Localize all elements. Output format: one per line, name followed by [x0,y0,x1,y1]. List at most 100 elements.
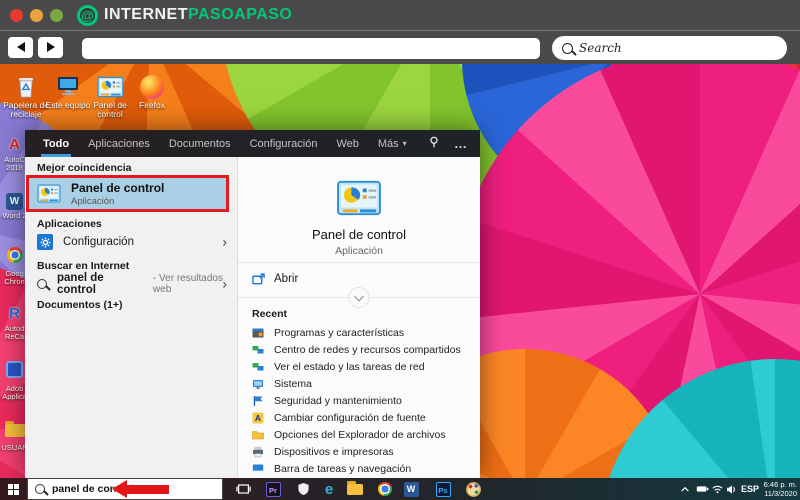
recent-item-devices-printers[interactable]: Dispositivos e impresoras [238,443,480,460]
site-navbar [0,30,800,64]
premiere-icon: Pr [265,481,281,497]
recent-item-network-center[interactable]: Centro de redes y recursos compartidos [238,341,480,358]
start-button[interactable] [0,478,27,500]
language-indicator[interactable]: ESP [741,484,759,494]
adobe-icon [1,361,28,383]
chrome-icon [1,247,28,268]
brand-text: INTERNETPASOAPASO [104,6,293,23]
taskbar-paint[interactable] [460,478,486,500]
desktop-icon-this-pc[interactable]: Este equipo [45,72,91,110]
desktop-icon-adobe[interactable]: Adob Applica [1,361,28,401]
network-indicator[interactable] [710,478,724,500]
expand-chevron-button[interactable] [348,287,370,308]
tab-documentos[interactable]: Documentos [169,130,231,157]
result-configuracion[interactable]: Configuración › [25,230,237,254]
svg-text:A: A [255,413,261,423]
taskbar-defender[interactable] [290,478,316,500]
recent-item-explorer-options[interactable]: Opciones del Explorador de archivos [238,426,480,443]
maximize-dot-icon[interactable] [50,8,63,22]
start-search-panel: Todo Aplicaciones Documentos Configuraci… [25,130,480,478]
recent-item-fonts[interactable]: A Cambiar configuración de fuente [238,409,480,426]
chevron-right-icon: › [222,275,227,292]
search-icon [37,279,47,289]
recent-label: Recent [252,308,288,320]
taskbar-explorer[interactable] [342,478,368,500]
desktop-icon-autocad[interactable]: A AutoC 2018 [1,136,28,172]
tray-date: 11/3/2020 [764,489,797,498]
windows-logo-icon [8,483,19,495]
taskbar-premiere[interactable]: Pr [260,478,286,500]
site-header: @ INTERNETPASOAPASO [0,0,800,30]
taskbar: panel de control Pr e W Ps ESP 6:46 p. m… [0,478,800,500]
detail-subtitle: Aplicación [335,245,383,257]
desktop-icon-firefox[interactable]: Firefox [129,72,175,110]
search-tab-bar: Todo Aplicaciones Documentos Configuraci… [25,130,480,157]
edge-icon: e [324,480,334,498]
desktop-icon-recap[interactable]: R Autod ReCa [1,305,28,341]
tab-aplicaciones[interactable]: Aplicaciones [88,130,150,157]
clock[interactable]: 6:46 p. m. 11/3/2020 [761,480,797,498]
word-icon: W [1,191,28,210]
result-web-search[interactable]: panel de control - Ver resultados web › [25,272,237,296]
paint-icon [465,481,481,497]
task-view-icon [235,484,251,494]
photoshop-icon: Ps [435,481,451,497]
minimize-dot-icon[interactable] [30,8,43,22]
desktop-icon-recycle-bin[interactable]: Papelera de reciclaje [3,72,49,119]
section-best-match: Mejor coincidencia [37,162,132,174]
forward-button[interactable] [38,37,63,58]
chevron-right-icon: › [222,233,227,250]
recent-item-system[interactable]: Sistema [238,375,480,392]
pin-icon[interactable] [428,135,440,153]
tab-web[interactable]: Web [336,130,358,157]
battery-indicator[interactable] [694,478,710,500]
control-panel-icon [87,72,133,99]
taskbar-settings-icon [252,464,264,472]
recent-item-network-status[interactable]: Ver el estado y las tareas de red [238,358,480,375]
detail-title: Panel de control [312,227,406,242]
recent-item-programs[interactable]: Programas y características [238,324,480,341]
address-bar[interactable] [82,38,540,59]
taskbar-word[interactable]: W [398,478,424,500]
site-search-box[interactable] [552,36,787,60]
recent-item-taskbar-nav[interactable]: Barra de tareas y navegación [238,460,480,477]
shield-icon [297,482,309,496]
tab-configuracion[interactable]: Configuración [250,130,318,157]
taskbar-search-box[interactable]: panel de control [27,478,223,500]
control-panel-icon-large [336,178,382,223]
recent-item-security[interactable]: Seguridad y mantenimiento [238,392,480,409]
recent-list: Programas y características Centro de re… [238,324,480,478]
desktop-icon-word[interactable]: W Word 2 [1,191,28,220]
folder-options-icon [252,430,264,439]
desktop-icon-chrome[interactable]: Goog Chron [1,247,28,286]
chevron-up-icon [681,486,689,492]
tab-mas[interactable]: Más ▾ [378,130,407,157]
search-results-column: Mejor coincidencia Panel de control Apli… [25,157,237,478]
volume-indicator[interactable] [724,478,738,500]
battery-icon [696,486,708,492]
tray-expand-button[interactable] [678,478,692,500]
wifi-icon [712,485,722,494]
search-icon [562,42,573,54]
divider [238,262,480,263]
best-match-result[interactable]: Panel de control Aplicación [26,175,229,212]
more-options-icon[interactable]: … [454,136,468,151]
back-button[interactable] [8,37,33,58]
programs-icon [252,328,264,337]
taskbar-edge[interactable]: e [316,478,342,500]
close-dot-icon[interactable] [10,8,23,22]
volume-icon [726,484,735,494]
taskbar-chrome[interactable] [372,478,398,500]
window-controls [10,8,63,22]
file-explorer-icon [347,480,363,495]
flag-icon [253,395,263,406]
this-pc-icon [45,72,91,99]
site-search-input[interactable] [579,36,787,60]
desktop-icon-control-panel[interactable]: Panel de control [87,72,133,119]
taskbar-photoshop[interactable]: Ps [430,478,456,500]
back-arrow-icon [16,42,25,52]
desktop-icon-user-folder[interactable]: USUAR [1,419,28,452]
tray-time: 6:46 p. m. [763,480,797,489]
tab-todo[interactable]: Todo [40,130,72,157]
task-view-button[interactable] [230,478,256,500]
